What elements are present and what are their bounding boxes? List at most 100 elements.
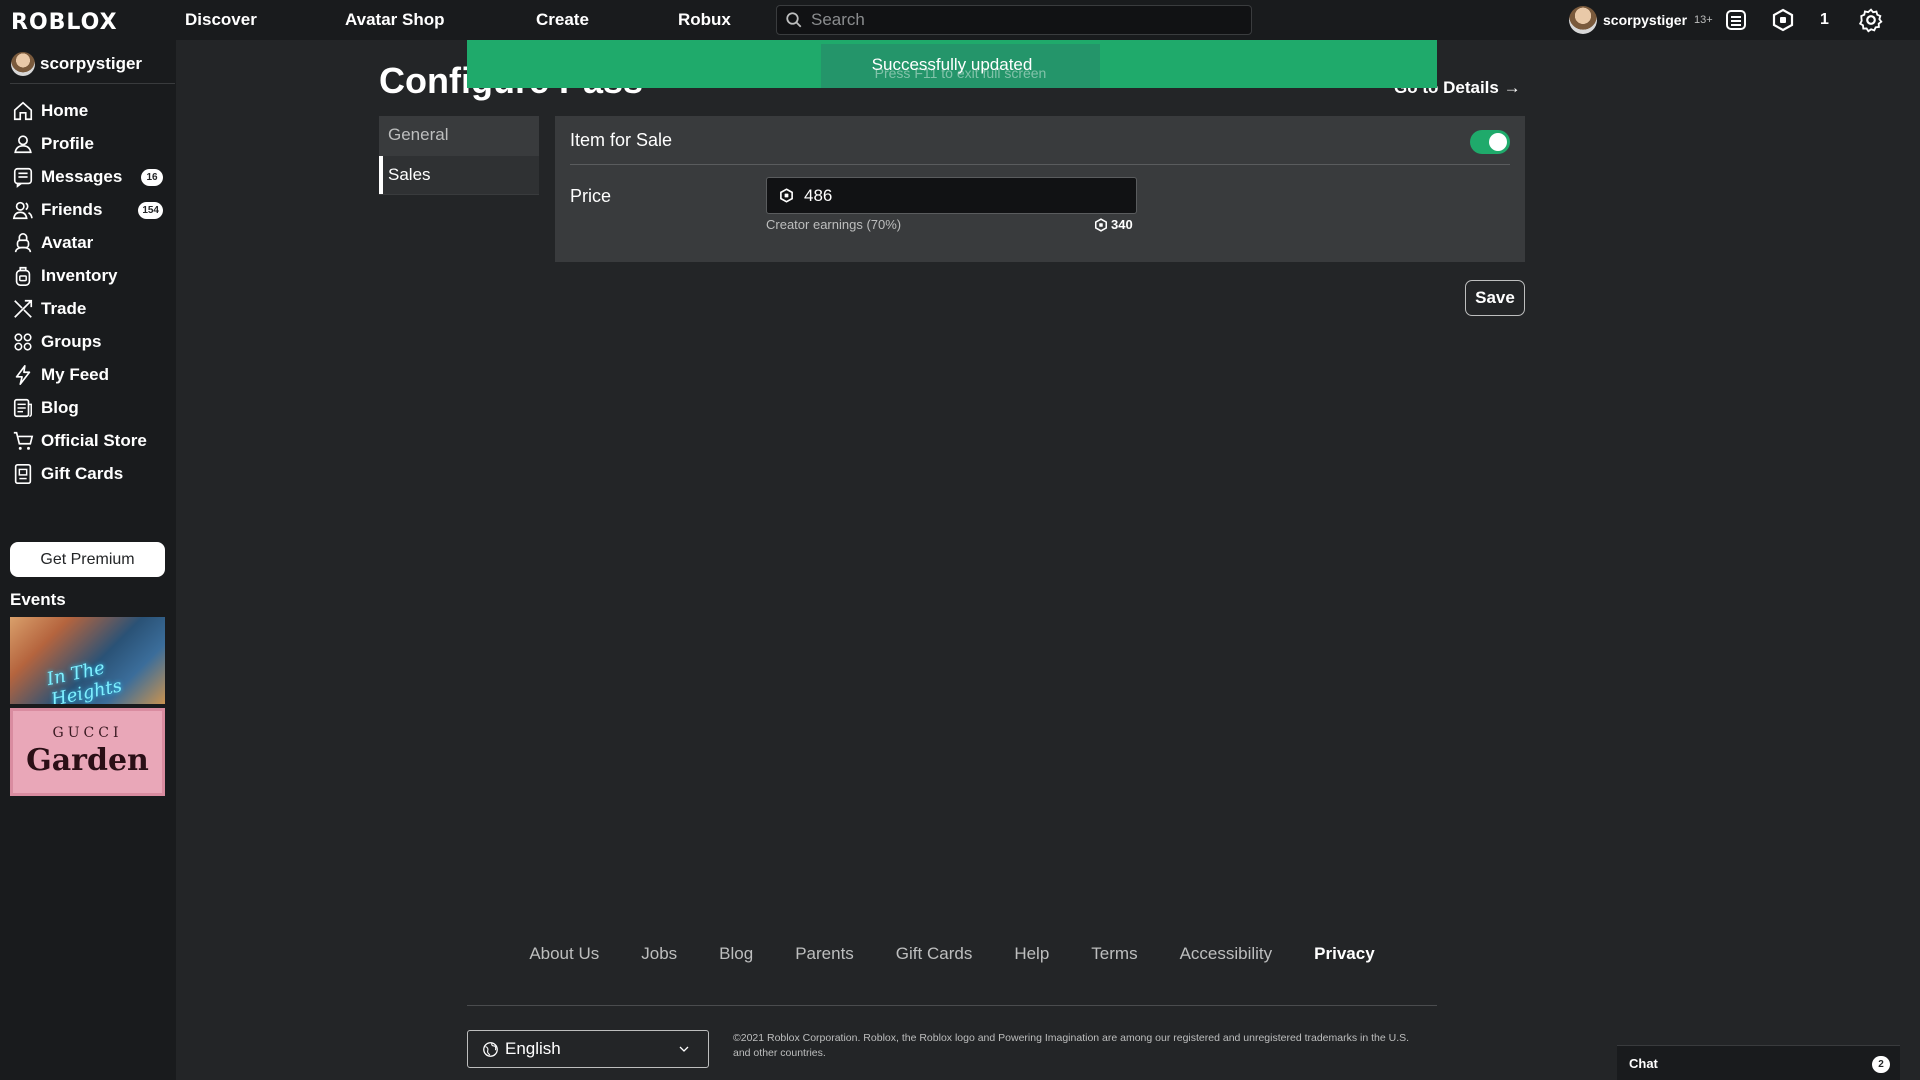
- sidebar-item-home[interactable]: Home: [12, 97, 174, 125]
- search-bar[interactable]: [776, 5, 1252, 35]
- sidebar-item-label: Gift Cards: [41, 464, 124, 483]
- footer-link-privacy[interactable]: Privacy: [1314, 944, 1375, 964]
- robux-icon: [1094, 217, 1108, 232]
- event-banner-in-the-heights[interactable]: In The Heights: [10, 617, 165, 704]
- page-scrollbar[interactable]: [1906, 40, 1920, 1080]
- sidebar-item-label: Friends: [41, 200, 103, 219]
- sales-panel: Item for Sale Price Creator earnings (70…: [555, 116, 1525, 262]
- sidebar-item-label: Avatar: [41, 233, 94, 252]
- footer-divider: [467, 1005, 1437, 1006]
- event-banner-gucci-garden[interactable]: GUCCI Garden: [10, 708, 165, 796]
- nav-avatar-shop[interactable]: Avatar Shop: [345, 0, 445, 40]
- footer-link-blog[interactable]: Blog: [719, 944, 753, 964]
- sidebar-item-label: Groups: [41, 332, 102, 351]
- footer-link-help[interactable]: Help: [1014, 944, 1049, 964]
- language-selector[interactable]: English: [467, 1030, 709, 1068]
- groups-icon: [14, 333, 32, 351]
- sidebar-item-groups[interactable]: Groups: [12, 328, 174, 356]
- chat-count-badge: 2: [1872, 1056, 1890, 1073]
- sidebar-item-inventory[interactable]: Inventory: [12, 262, 174, 290]
- friends-count-badge: 154: [138, 202, 163, 219]
- messages-icon: [13, 167, 33, 188]
- robux-count[interactable]: 1: [1820, 0, 1829, 40]
- settings-gear-icon[interactable]: [1858, 7, 1884, 33]
- sidebar-item-avatar[interactable]: Avatar: [12, 229, 174, 257]
- events-heading: Events: [10, 590, 66, 609]
- sidebar-item-gift-cards[interactable]: Gift Cards: [12, 460, 174, 488]
- friends-icon: [12, 201, 33, 220]
- creator-earnings-amount: 340: [1111, 217, 1133, 232]
- robux-icon: [780, 188, 793, 203]
- sidebar-item-label: Trade: [41, 299, 87, 318]
- success-toast: Press F11 to exit full screen Successful…: [467, 40, 1437, 88]
- sidebar-username[interactable]: scorpystiger: [40, 54, 142, 74]
- sidebar-item-friends[interactable]: Friends 154: [12, 196, 174, 224]
- age-label: 13+: [1694, 14, 1713, 26]
- sidebar-item-messages[interactable]: Messages 16: [12, 163, 174, 191]
- footer-link-accessibility[interactable]: Accessibility: [1180, 944, 1273, 964]
- sidebar-divider: [10, 83, 175, 84]
- feed-icon: [15, 365, 31, 385]
- language-value: English: [505, 1039, 561, 1058]
- tab-general[interactable]: General: [379, 116, 539, 154]
- sidebar-item-label: Inventory: [41, 266, 118, 285]
- sidebar-item-my-feed[interactable]: My Feed: [12, 361, 174, 389]
- price-field[interactable]: [766, 177, 1137, 214]
- tab-sales[interactable]: Sales: [379, 156, 539, 194]
- sidebar-item-trade[interactable]: Trade: [12, 295, 174, 323]
- user-menu[interactable]: scorpystiger 13+: [1569, 6, 1713, 34]
- footer-link-parents[interactable]: Parents: [795, 944, 854, 964]
- event-banner-title: In The Heights: [44, 657, 124, 704]
- profile-icon: [14, 135, 32, 154]
- footer-link-gift-cards[interactable]: Gift Cards: [896, 944, 973, 964]
- event-banner-brand: GUCCI: [52, 725, 123, 741]
- chevron-down-icon: [679, 1046, 689, 1052]
- sidebar-user[interactable]: scorpystiger: [11, 52, 142, 76]
- username[interactable]: scorpystiger: [1603, 12, 1687, 28]
- arrow-right-icon: →: [1503, 78, 1521, 97]
- gift-cards-icon: [14, 464, 32, 484]
- roblox-logo[interactable]: ROBLOX: [11, 10, 118, 35]
- inventory-icon: [15, 266, 31, 286]
- footer-link-about-us[interactable]: About Us: [529, 944, 599, 964]
- sidebar-item-label: My Feed: [41, 365, 110, 384]
- left-sidebar: scorpystiger Home Profile Messages 16 Fr…: [0, 40, 176, 1080]
- chat-label: Chat: [1629, 1055, 1658, 1071]
- sidebar-item-blog[interactable]: Blog: [12, 394, 174, 422]
- sidebar-item-official-store[interactable]: Official Store: [12, 427, 174, 455]
- nav-create[interactable]: Create: [536, 0, 589, 40]
- toast-message: Successfully updated: [871, 55, 1033, 74]
- notifications-list-icon[interactable]: [1724, 8, 1748, 32]
- avatar[interactable]: [1569, 6, 1597, 34]
- save-button[interactable]: Save: [1465, 280, 1525, 316]
- sidebar-item-label: Home: [41, 101, 89, 120]
- footer-link-jobs[interactable]: Jobs: [641, 944, 677, 964]
- globe-icon: [483, 1041, 498, 1057]
- event-banner-title: Garden: [26, 743, 149, 778]
- nav-robux[interactable]: Robux: [678, 0, 731, 40]
- price-input[interactable]: [804, 185, 1104, 206]
- sidebar-item-label: Profile: [41, 134, 94, 153]
- footer-link-terms[interactable]: Terms: [1091, 944, 1137, 964]
- config-tabs: General Sales: [379, 116, 539, 195]
- top-navigation-bar: ROBLOX Discover Avatar Shop Create Robux…: [0, 0, 1920, 40]
- trade-icon: [14, 299, 33, 318]
- chat-bar[interactable]: Chat 2: [1617, 1045, 1900, 1080]
- footer-links: About Us Jobs Blog Parents Gift Cards He…: [467, 944, 1437, 964]
- nav-discover[interactable]: Discover: [185, 0, 257, 40]
- sidebar-item-profile[interactable]: Profile: [12, 130, 174, 158]
- creator-earnings-label: Creator earnings (70%): [766, 217, 902, 232]
- avatar[interactable]: [11, 52, 35, 76]
- search-icon: [786, 12, 802, 28]
- robux-icon[interactable]: [1771, 8, 1795, 32]
- price-label: Price: [570, 186, 612, 206]
- get-premium-button[interactable]: Get Premium: [10, 542, 165, 577]
- blog-icon: [13, 398, 32, 418]
- search-input[interactable]: [811, 10, 1231, 30]
- store-cart-icon: [13, 431, 34, 450]
- avatar-icon: [14, 233, 32, 253]
- sidebar-item-label: Blog: [41, 398, 79, 417]
- sidebar-item-label: Messages: [41, 167, 123, 186]
- item-for-sale-toggle[interactable]: [1470, 130, 1510, 154]
- copyright-text: ©2021 Roblox Corporation. Roblox, the Ro…: [733, 1032, 1410, 1059]
